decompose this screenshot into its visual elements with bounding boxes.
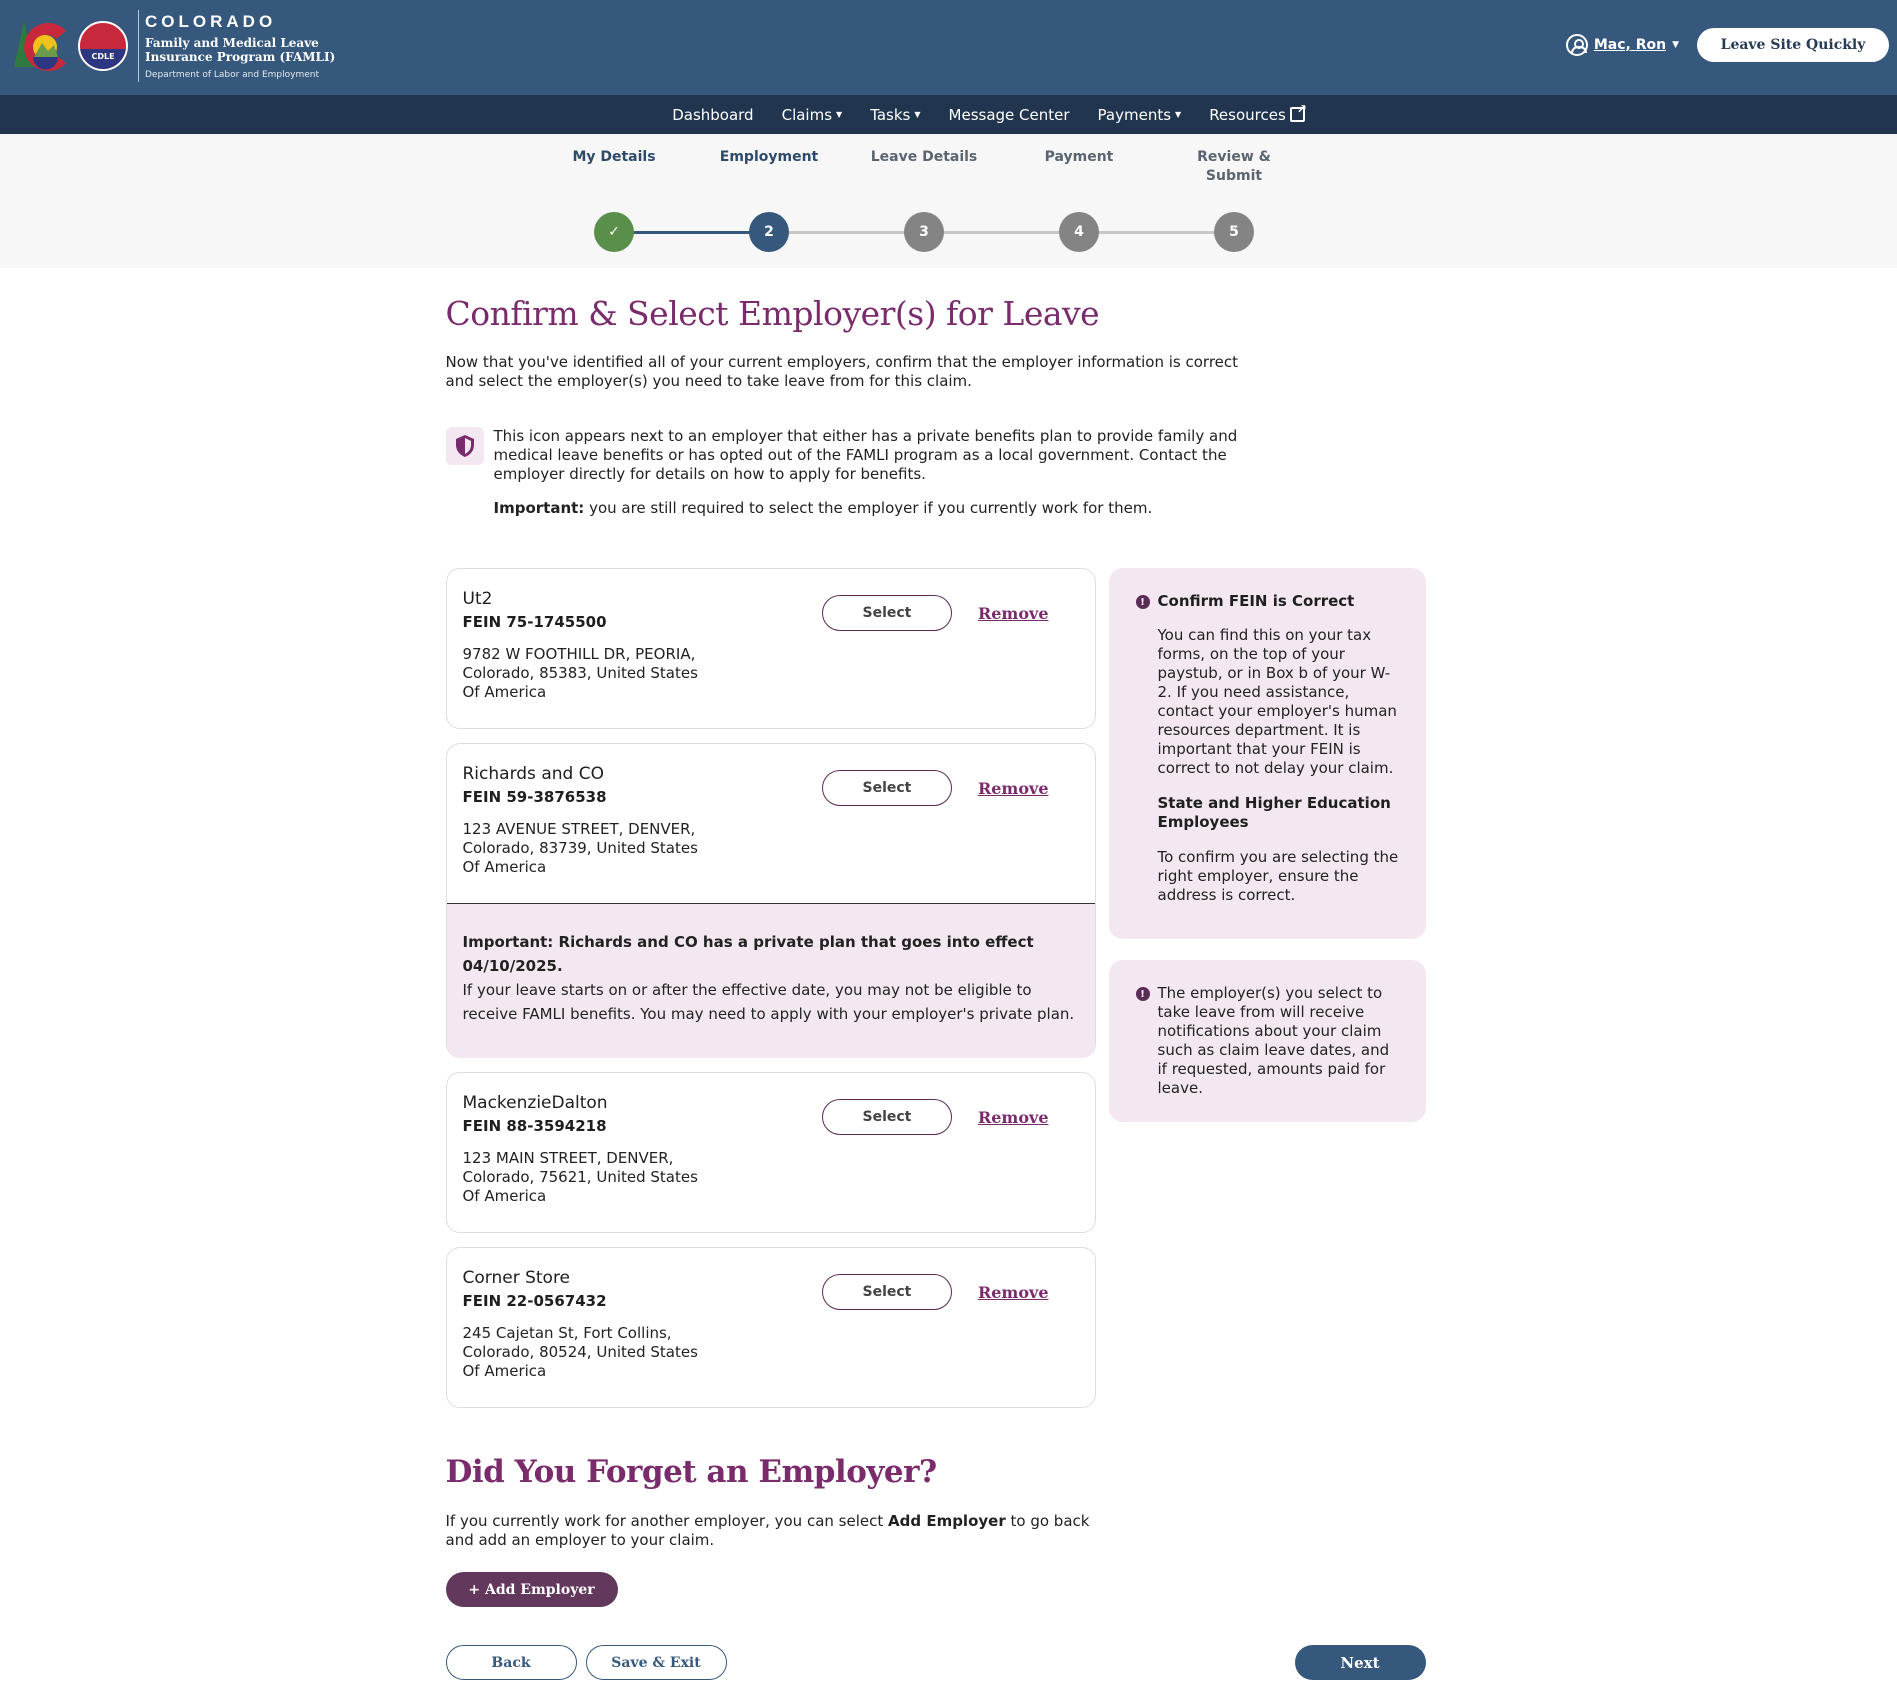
forgot-text-bold: Add Employer	[888, 1512, 1006, 1530]
step-label-review-submit: Review & Submit	[1197, 149, 1271, 184]
step-label-payment: Payment	[1044, 149, 1114, 165]
private-plan-notice: Important: Richards and CO has a private…	[446, 903, 1095, 1058]
employer-list: Ut2 FEIN 75-1745500 9782 W FOOTHILL DR, …	[445, 568, 1096, 1422]
cdle-logo-icon: CDLE	[78, 21, 128, 71]
step-label-my-details[interactable]: My Details	[549, 148, 679, 167]
remove-employer-link[interactable]: Remove	[978, 779, 1049, 798]
page-title: Confirm & Select Employer(s) for Leave	[445, 294, 1100, 333]
forgot-employer-title: Did You Forget an Employer?	[445, 1454, 938, 1490]
help-sidebar: ! Confirm FEIN is Correct You can find t…	[1108, 568, 1426, 1422]
nav-resources[interactable]: Resources	[1209, 102, 1307, 124]
next-button[interactable]: Next	[1294, 1645, 1426, 1680]
nav-label: Message Center	[948, 105, 1070, 124]
chevron-down-icon: ▼	[836, 110, 843, 119]
leave-site-quickly-button[interactable]: Leave Site Quickly	[1697, 28, 1889, 62]
nav-label: Tasks	[870, 105, 911, 124]
brand-logo[interactable]: CDLE COLORADO Family and Medical Leave I…	[12, 10, 335, 82]
intro-text: Now that you've identified all of your c…	[445, 353, 1239, 390]
cdle-badge: CDLE	[80, 49, 126, 69]
nav-message-center[interactable]: Message Center	[949, 106, 1070, 124]
chevron-down-icon: ▼	[1175, 110, 1182, 119]
brand-title: COLORADO	[145, 12, 277, 31]
fein-help-text: You can find this on your tax forms, on …	[1157, 626, 1397, 777]
nav-dashboard[interactable]: Dashboard	[672, 106, 753, 124]
chevron-down-icon: ▼	[914, 110, 921, 119]
notification-help-card: ! The employer(s) you select to take lea…	[1108, 960, 1426, 1122]
nav-claims[interactable]: Claims ▼	[782, 106, 843, 124]
nav-label: Claims	[781, 105, 833, 124]
step-4: 4	[1059, 212, 1099, 252]
fein-help-card: ! Confirm FEIN is Correct You can find t…	[1108, 568, 1426, 939]
employer-address: 123 MAIN STREET, DENVER, Colorado, 75621…	[462, 1149, 698, 1205]
select-employer-button[interactable]: Select	[821, 770, 952, 806]
remove-employer-link[interactable]: Remove	[978, 1283, 1049, 1302]
nav-payments[interactable]: Payments ▼	[1098, 106, 1182, 124]
employer-card: Corner Store FEIN 22-0567432 245 Cajetan…	[445, 1247, 1096, 1408]
state-employees-title: State and Higher Education Employees	[1157, 794, 1391, 831]
save-exit-button[interactable]: Save & Exit	[585, 1645, 727, 1680]
site-header: CDLE COLORADO Family and Medical Leave I…	[0, 0, 1897, 95]
step-connector-complete	[614, 231, 769, 234]
fein-help-title: Confirm FEIN is Correct	[1157, 592, 1355, 610]
brand-program-line2: Insurance Program (FAMLI)	[145, 50, 336, 64]
user-menu[interactable]: Mac, Ron ▼	[1565, 34, 1679, 56]
nav-label: Resources	[1209, 105, 1286, 124]
back-button[interactable]: Back	[445, 1645, 577, 1680]
plan-notice-text: If your leave starts on or after the eff…	[462, 981, 1075, 1023]
nav-tasks[interactable]: Tasks ▼	[870, 106, 920, 124]
brand-department: Department of Labor and Employment	[145, 70, 319, 80]
employer-card: Ut2 FEIN 75-1745500 9782 W FOOTHILL DR, …	[445, 568, 1096, 729]
employer-address: 245 Cajetan St, Fort Collins, Colorado, …	[462, 1324, 698, 1380]
important-label: Important:	[493, 499, 585, 517]
select-employer-button[interactable]: Select	[821, 1099, 952, 1135]
external-link-icon	[1289, 102, 1307, 122]
brand-program: Family and Medical Leave Insurance Progr…	[145, 36, 335, 64]
step-1-complete[interactable]: ✓	[594, 212, 634, 252]
alert-icon: !	[1135, 987, 1150, 1001]
add-employer-button[interactable]: + Add Employer	[445, 1572, 618, 1607]
plan-notice-heading: Important: Richards and CO has a private…	[462, 933, 1034, 975]
employer-address: 123 AVENUE STREET, DENVER, Colorado, 837…	[462, 820, 698, 876]
step-connector-remaining	[769, 231, 1234, 234]
checkmark-icon: ✓	[608, 224, 620, 240]
shield-note-text: This icon appears next to an employer th…	[493, 427, 1238, 483]
brand-divider	[138, 10, 139, 82]
important-note: Important: you are still required to sel…	[494, 499, 1254, 518]
shield-icon	[445, 427, 484, 465]
select-employer-button[interactable]: Select	[821, 595, 952, 631]
employer-card: Richards and CO FEIN 59-3876538 123 AVEN…	[445, 743, 1096, 1058]
remove-employer-link[interactable]: Remove	[978, 1108, 1049, 1127]
step-2-active: 2	[749, 212, 789, 252]
important-text: you are still required to select the emp…	[584, 499, 1153, 517]
chevron-down-icon: ▼	[1672, 40, 1679, 50]
main-nav: Dashboard Claims ▼ Tasks ▼ Message Center …	[0, 95, 1897, 134]
private-plan-legend: This icon appears next to an employer th…	[445, 427, 1426, 518]
nav-label: Dashboard	[672, 105, 754, 124]
nav-label: Payments	[1097, 105, 1172, 124]
forgot-employer-text: If you currently work for another employ…	[446, 1512, 1106, 1550]
colorado-logo-icon	[12, 17, 74, 75]
notification-help-text: The employer(s) you select to take leave…	[1157, 984, 1390, 1097]
main-content: Confirm & Select Employer(s) for Leave N…	[445, 294, 1426, 1694]
remove-employer-link[interactable]: Remove	[978, 604, 1049, 623]
user-name[interactable]: Mac, Ron	[1594, 37, 1666, 53]
form-navigation: Back Save & Exit Next	[445, 1645, 1426, 1694]
select-employer-button[interactable]: Select	[821, 1274, 952, 1310]
user-account-icon	[1565, 34, 1588, 56]
state-employees-text: To confirm you are selecting the right e…	[1157, 848, 1399, 904]
employer-card: MackenzieDalton FEIN 88-3594218 123 MAIN…	[445, 1072, 1096, 1233]
step-label-employment: Employment	[719, 149, 819, 165]
progress-stepper: My Details Employment Leave Details Paym…	[0, 134, 1897, 268]
step-3: 3	[904, 212, 944, 252]
brand-program-line1: Family and Medical Leave	[145, 36, 319, 50]
employer-address: 9782 W FOOTHILL DR, PEORIA, Colorado, 85…	[462, 645, 698, 701]
alert-icon: !	[1135, 595, 1150, 609]
step-5: 5	[1214, 212, 1254, 252]
forgot-text-part: If you currently work for another employ…	[445, 1512, 889, 1530]
step-label-leave-details: Leave Details	[870, 149, 978, 165]
